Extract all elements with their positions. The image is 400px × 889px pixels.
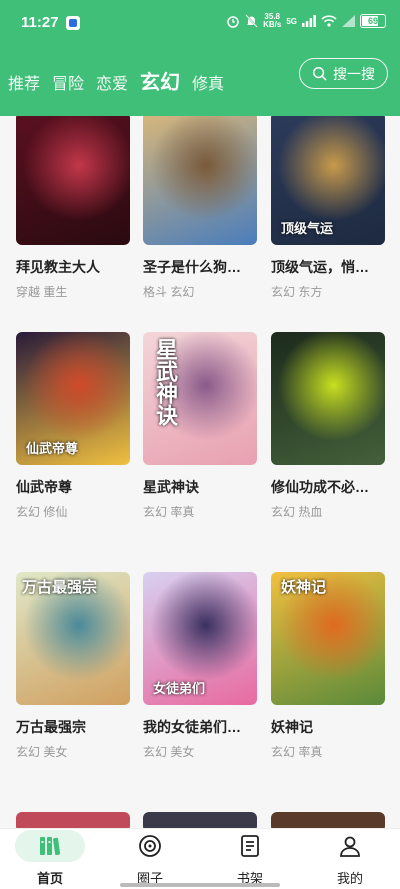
net-speed: 35.8 KB/s: [263, 13, 281, 29]
tab-3[interactable]: 玄幻: [140, 66, 180, 95]
search-button[interactable]: 搜一搜: [299, 58, 388, 89]
comic-cover[interactable]: [143, 116, 257, 245]
comic-title[interactable]: 星武神诀: [143, 477, 257, 497]
mute-icon: [245, 14, 258, 28]
comic-tags: 玄幻 东方: [271, 285, 323, 299]
search-label: 搜一搜: [333, 65, 375, 82]
bottom-nav: 首页 圈子 书架我的: [0, 828, 400, 889]
alarm-icon: [227, 16, 239, 28]
nav-label: 首页: [36, 871, 63, 886]
signal-bars-icon: [302, 15, 316, 27]
comic-cover[interactable]: 女徒弟们: [143, 572, 257, 705]
comic-cover-partial[interactable]: [16, 812, 130, 828]
nav-item-3[interactable]: 我的: [300, 829, 400, 889]
comic-tags: 玄幻 美女: [143, 745, 195, 759]
comic-tags: 穿越 重生: [16, 285, 68, 299]
target-icon: [115, 830, 185, 862]
cover-lettering: 万古最强宗: [22, 578, 98, 596]
comic-card[interactable]: 仙武帝尊 仙武帝尊 玄幻 修仙: [16, 332, 130, 520]
comic-tags: 玄幻 美女: [16, 745, 68, 759]
comic-card[interactable]: 修仙功成不必… 玄幻 热血: [271, 332, 385, 520]
comic-tags: 玄幻 热血: [271, 505, 323, 519]
notification-app-icon: [66, 16, 80, 30]
comic-cover[interactable]: 万古最强宗: [16, 572, 130, 705]
tab-2[interactable]: 恋爱: [96, 70, 128, 94]
comic-title[interactable]: 顶级气运，悄…: [271, 257, 385, 277]
comic-cover[interactable]: [16, 116, 130, 245]
tab-4[interactable]: 修真: [192, 70, 224, 94]
comic-title[interactable]: 圣子是什么狗…: [143, 257, 257, 277]
comic-cover[interactable]: [271, 332, 385, 465]
user-icon: [315, 830, 385, 862]
comic-title[interactable]: 拜见教主大人: [16, 257, 130, 277]
comic-tags: 玄幻 率真: [271, 745, 323, 759]
comic-title[interactable]: 修仙功成不必…: [271, 477, 385, 497]
comic-card[interactable]: 万古最强宗 万古最强宗 玄幻 美女: [16, 572, 130, 760]
app-header: 11:27 35.8 KB/s 5G 69 推荐 冒险 恋爱 玄幻 修真 搜一搜: [0, 0, 400, 116]
comic-card[interactable]: 圣子是什么狗… 格斗 玄幻: [143, 116, 257, 300]
comic-cover[interactable]: 妖神记: [271, 572, 385, 705]
comic-cover-partial[interactable]: [143, 812, 257, 828]
search-icon: [312, 66, 327, 81]
comic-tags: 玄幻 率真: [143, 505, 195, 519]
comic-card[interactable]: 女徒弟们我的女徒弟们… 玄幻 美女: [143, 572, 257, 760]
comic-tags: 玄幻 修仙: [16, 505, 68, 519]
status-bar: 11:27 35.8 KB/s 5G 69: [0, 0, 400, 44]
comic-card[interactable]: 拜见教主大人穿越 重生: [16, 116, 130, 300]
comic-cover[interactable]: 仙武帝尊: [16, 332, 130, 465]
signal-bars-2-icon: [342, 15, 355, 27]
nav-label: 我的: [336, 871, 363, 886]
comic-card[interactable]: 妖神记 妖神记 玄幻 率真: [271, 572, 385, 760]
comic-title[interactable]: 万古最强宗: [16, 717, 130, 737]
comic-title[interactable]: 仙武帝尊: [16, 477, 130, 497]
comic-card[interactable]: 星武神诀 星武神诀 玄幻 率真: [143, 332, 257, 520]
battery-icon: 69: [360, 14, 386, 28]
cover-lettering: 仙武帝尊: [26, 442, 79, 457]
bookshelf-icon: [215, 830, 285, 862]
status-time: 11:27: [21, 14, 59, 31]
cover-lettering: 星武神诀: [152, 338, 178, 426]
comic-card[interactable]: 顶级气运顶级气运，悄… 玄幻 东方: [271, 116, 385, 300]
cover-lettering: 女徒弟们: [153, 682, 206, 697]
net-speed-unit: KB/s: [263, 20, 282, 29]
category-tabs: 推荐 冒险 恋爱 玄幻 修真: [8, 66, 224, 95]
home-books-icon: [15, 830, 85, 862]
cover-lettering: 妖神记: [281, 578, 327, 596]
comic-tags: 格斗 玄幻: [143, 285, 195, 299]
comic-cover-partial[interactable]: [271, 812, 385, 828]
comic-title[interactable]: 妖神记: [271, 717, 385, 737]
cover-lettering: 顶级气运: [281, 222, 334, 237]
comic-cover[interactable]: 星武神诀: [143, 332, 257, 465]
comic-title[interactable]: 我的女徒弟们…: [143, 717, 257, 737]
nav-item-2[interactable]: 书架: [200, 829, 300, 889]
wifi-icon: [321, 15, 337, 27]
comic-cover[interactable]: 顶级气运: [271, 116, 385, 245]
comic-grid: 拜见教主大人 穿越 重生 圣子是什么狗… 格斗 玄幻 顶级气运 顶级气运，悄… 玄幻 东方仙…: [0, 116, 400, 828]
tab-0[interactable]: 推荐: [8, 70, 40, 94]
tab-1[interactable]: 冒险: [52, 70, 84, 94]
battery-level: 69: [367, 16, 378, 26]
nav-item-0[interactable]: 首页: [0, 829, 100, 889]
status-icons: 35.8 KB/s 5G 69: [226, 13, 386, 29]
gesture-bar: [120, 883, 280, 887]
signal-label: 5G: [286, 16, 297, 26]
nav-item-1[interactable]: 圈子: [100, 829, 200, 889]
